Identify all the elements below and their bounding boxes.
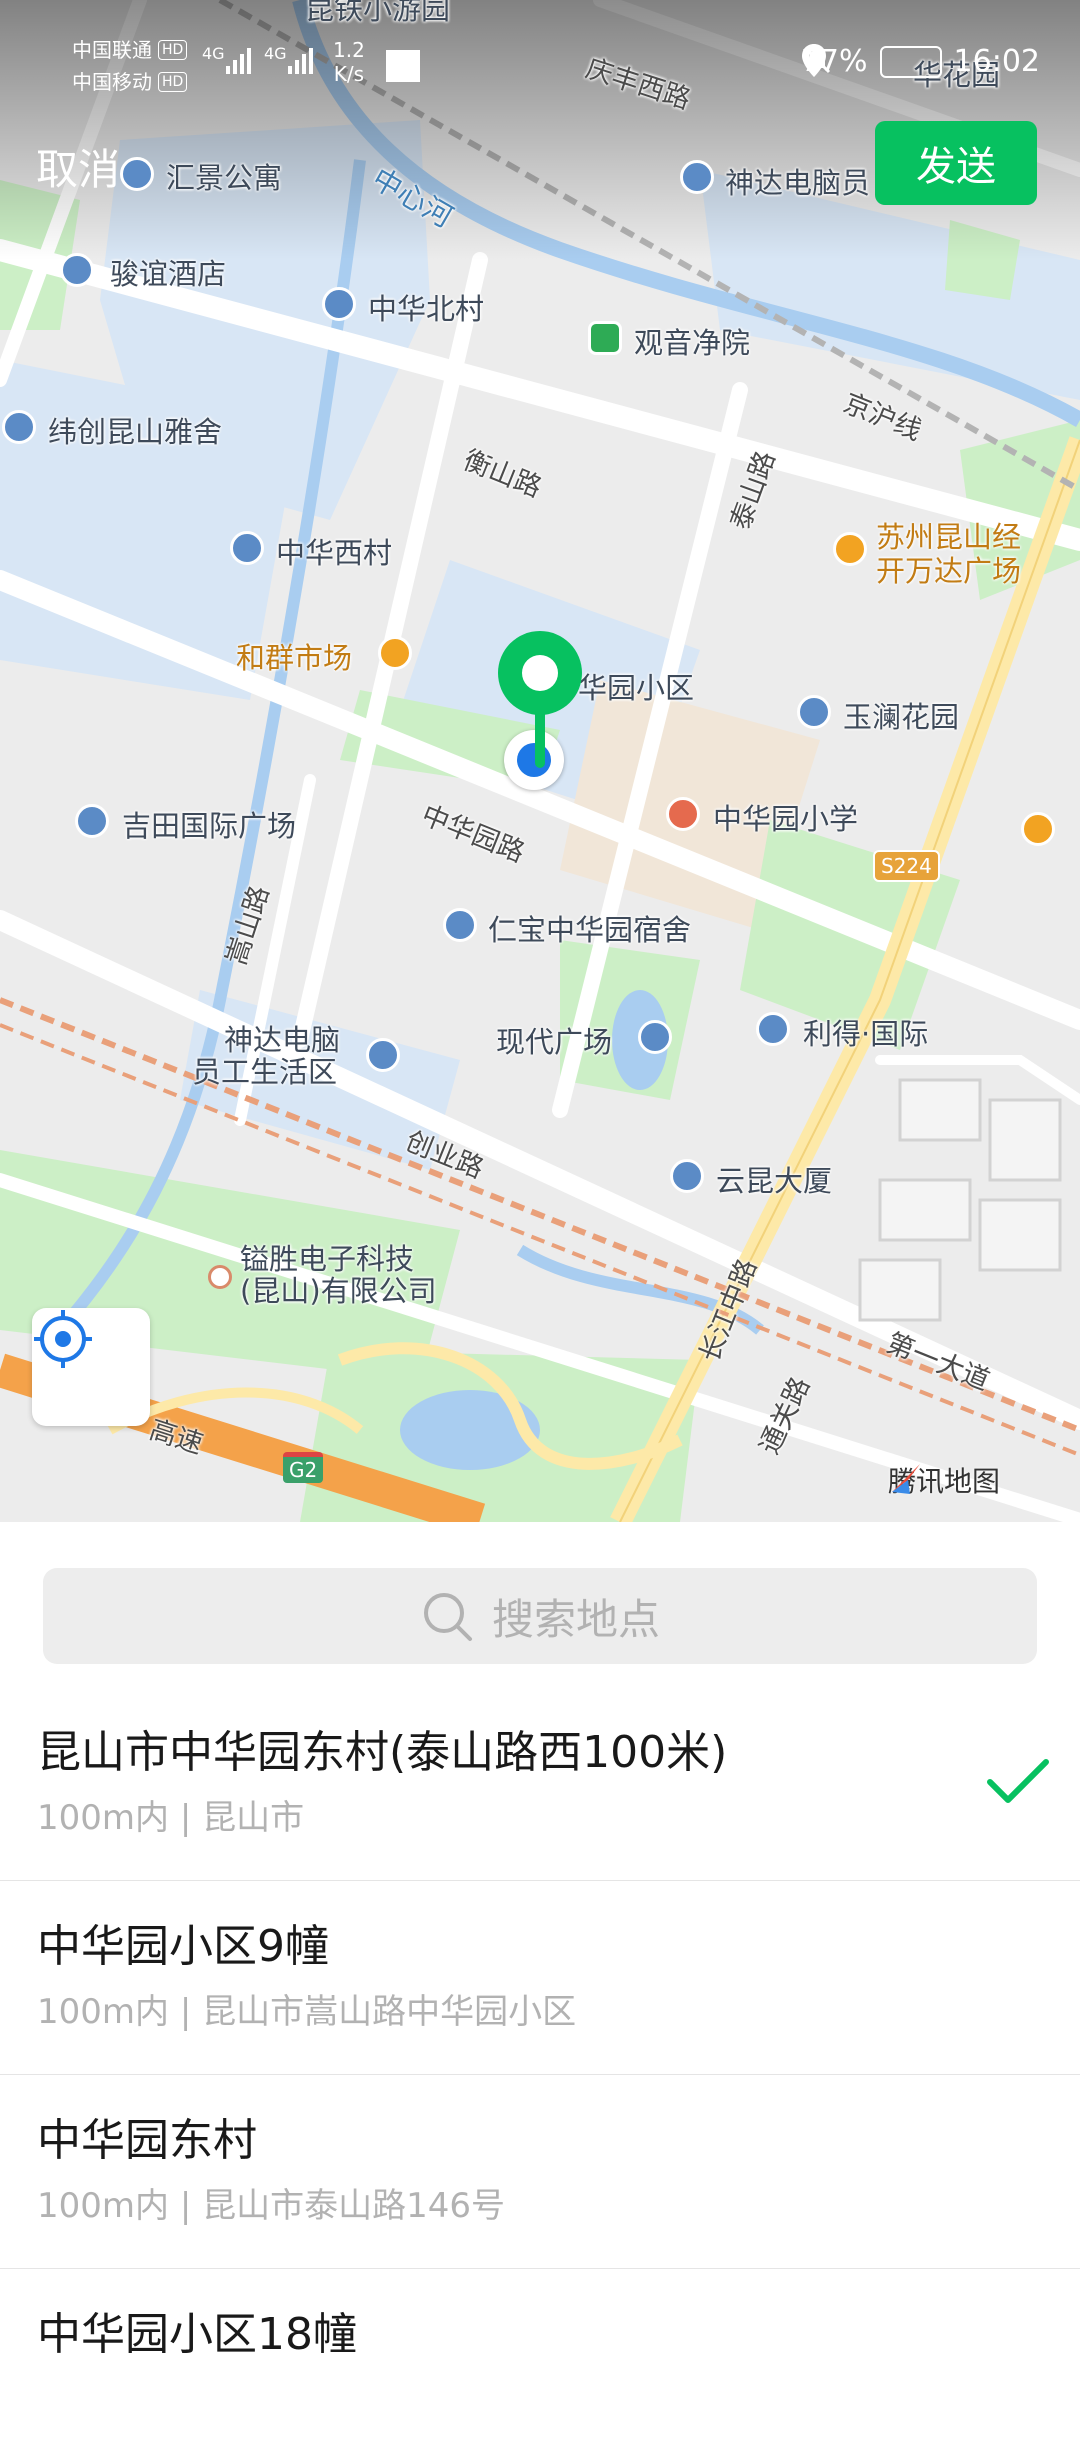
map-label: 汇景公寓: [166, 161, 283, 195]
hd-badge: HD: [158, 72, 188, 92]
map-label: (昆山)有限公司: [240, 1274, 437, 1308]
map-label: 观音净院: [634, 326, 751, 360]
map-label: 吉田国际广场: [122, 809, 297, 843]
list-item-subtitle: 100m内 | 昆山市泰山路146号: [37, 2186, 505, 2226]
map-label: 骏谊酒店: [110, 257, 227, 291]
map-provider-logo: 腾讯地图: [888, 1460, 1000, 1500]
list-item-title: 中华园东村: [37, 2115, 257, 2166]
building-icon[interactable]: [670, 1159, 704, 1193]
search-bar[interactable]: 搜索地点: [43, 1568, 1037, 1664]
company-icon[interactable]: [208, 1265, 232, 1289]
map-view[interactable]: 昆铁小游园 庆丰西路 华花园 汇景公寓 神达电脑员 中心河 骏谊酒店 中华北村 …: [0, 0, 1080, 1522]
map-label: 纬创昆山雅舍: [48, 415, 223, 449]
building-icon[interactable]: [756, 1012, 790, 1046]
list-item-title: 中华园小区9幢: [37, 1921, 329, 1972]
poi-icon[interactable]: [230, 531, 264, 565]
list-item-subtitle: 100m内 | 昆山市嵩山路中华园小区: [37, 1992, 577, 2032]
list-item-title: 昆山市中华园东村(泰山路西100米): [37, 1727, 728, 1778]
tencent-map-icon: [892, 1464, 920, 1494]
signal-icon: [226, 48, 251, 74]
crosshair-icon: [34, 1310, 92, 1368]
list-item[interactable]: 中华园东村 100m内 | 昆山市泰山路146号: [0, 2074, 1080, 2269]
list-item-subtitle: 100m内 | 昆山市: [37, 1798, 305, 1838]
map-label: 现代广场: [496, 1025, 613, 1059]
highway-shield: S224: [873, 850, 940, 882]
net-speed: 1.2 K/s: [333, 38, 365, 86]
shopping-icon[interactable]: [1021, 812, 1055, 846]
carrier-label: 中国联通: [72, 38, 152, 62]
search-placeholder: 搜索地点: [491, 1594, 660, 1644]
list-item[interactable]: 中华园小区18幢: [0, 2268, 1080, 2462]
poi-icon[interactable]: [322, 287, 356, 321]
hd-badge: HD: [158, 40, 188, 60]
map-label: 员工生活区: [192, 1055, 338, 1089]
map-label: 开万达广场: [876, 554, 1022, 588]
poi-icon[interactable]: [75, 804, 109, 838]
map-label: 玉澜花园: [843, 700, 960, 734]
school-icon[interactable]: [666, 797, 700, 831]
map-label: 云昆大厦: [716, 1164, 833, 1198]
net-speed-value: 1.2: [333, 38, 365, 62]
cancel-button[interactable]: 取消: [36, 136, 120, 197]
poi-icon[interactable]: [120, 157, 154, 191]
list-item[interactable]: 中华园小区9幢 100m内 | 昆山市嵩山路中华园小区: [0, 1880, 1080, 2075]
send-button[interactable]: 发送: [875, 121, 1037, 205]
list-item[interactable]: 昆山市中华园东村(泰山路西100米) 100m内 | 昆山市: [0, 1686, 1080, 1881]
signal-icon: [288, 48, 313, 74]
map-label: 仁宝中华园宿舍: [488, 913, 692, 947]
search-icon: [423, 1593, 472, 1641]
temple-icon[interactable]: [588, 321, 622, 355]
checkmark-icon: [987, 1759, 1049, 1803]
carrier-label: 中国移动: [72, 70, 152, 94]
poi-icon[interactable]: [366, 1038, 400, 1072]
map-label: 中华西村: [276, 536, 393, 570]
location-pin-icon[interactable]: [495, 628, 585, 768]
poi-icon[interactable]: [797, 695, 831, 729]
building-icon[interactable]: [638, 1020, 672, 1054]
poi-icon[interactable]: [443, 908, 477, 942]
market-icon[interactable]: [378, 636, 412, 670]
locate-me-button[interactable]: [32, 1308, 150, 1426]
shopping-icon[interactable]: [833, 532, 867, 566]
network-type-label: 4G: [202, 44, 225, 63]
location-list-panel: 搜索地点 昆山市中华园东村(泰山路西100米) 100m内 | 昆山市 中华园小…: [0, 1522, 1080, 2388]
status-bar: 中国联通 HD 中国移动 HD 4G 4G 1.2 K/s 77% 16:02: [0, 0, 1080, 130]
map-label: 利得·国际: [803, 1017, 929, 1051]
poi-icon[interactable]: [680, 160, 714, 194]
map-label: 神达电脑员: [725, 166, 871, 200]
highway-shield: G2: [283, 1452, 324, 1483]
bell-mute-icon: [803, 46, 830, 74]
clock-time: 16:02: [953, 44, 1040, 79]
hotel-icon[interactable]: [60, 253, 94, 287]
battery-icon: [879, 45, 942, 78]
network-type-label: 4G: [264, 44, 287, 63]
poi-icon[interactable]: [2, 410, 36, 444]
map-label: 和群市场: [236, 641, 353, 675]
map-label: 中华北村: [368, 292, 485, 326]
net-speed-unit: K/s: [333, 62, 365, 86]
map-label: 华园小区: [578, 671, 695, 705]
notification-icon: [386, 50, 420, 82]
list-item-title: 中华园小区18幢: [37, 2309, 357, 2360]
map-label: 中华园小学: [713, 802, 859, 836]
